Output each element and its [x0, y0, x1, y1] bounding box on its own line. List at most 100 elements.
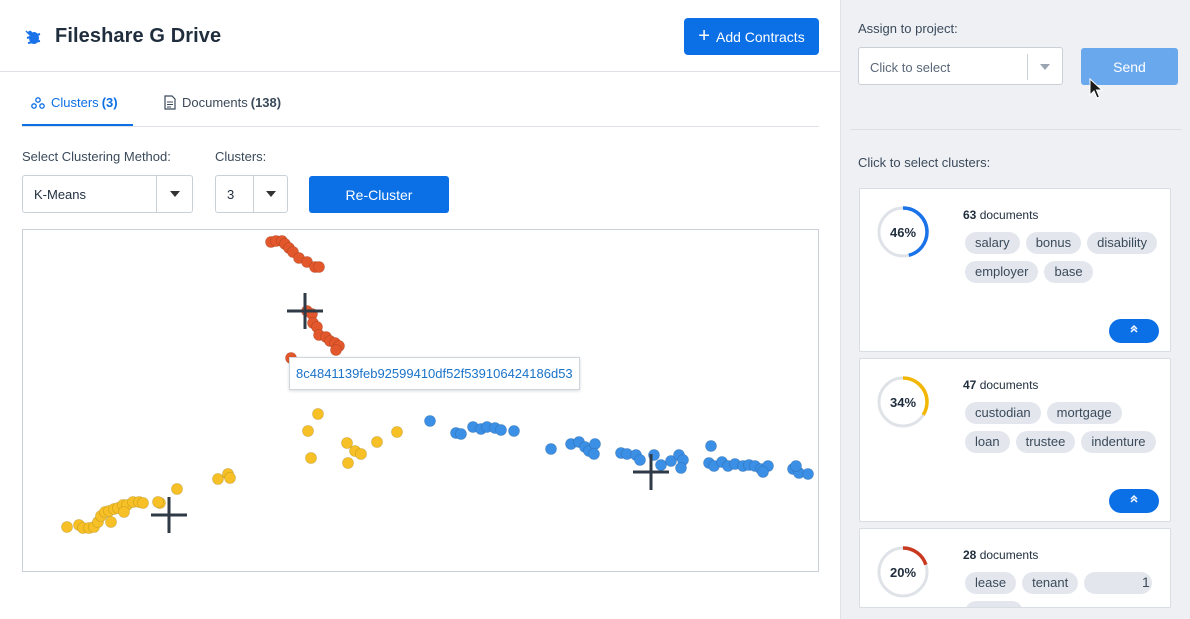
cluster-point-blue[interactable] — [454, 427, 467, 440]
doc-count-label: documents — [979, 548, 1039, 562]
cluster-point-yellow[interactable] — [61, 520, 74, 533]
cluster-point-yellow[interactable] — [304, 451, 317, 464]
project-select[interactable]: Click to select — [858, 47, 1063, 85]
divider — [850, 129, 1182, 130]
collapse-button[interactable] — [1109, 319, 1159, 343]
clustering-method-select[interactable]: K-Means — [22, 175, 193, 213]
cluster-doc-count: 63 documents — [963, 208, 1038, 222]
select-clusters-label: Click to select clusters: — [858, 155, 991, 170]
doc-count-label: documents — [979, 208, 1039, 222]
cluster-point-yellow[interactable] — [354, 447, 367, 460]
keyword-list: salary bonus disability employer base — [965, 232, 1165, 283]
keyword-chip[interactable] — [965, 601, 1023, 607]
doc-count-number: 47 — [963, 378, 977, 392]
assign-project-label: Assign to project: — [858, 21, 958, 36]
chevron-double-up-icon — [1130, 494, 1138, 503]
cluster-point-blue[interactable] — [675, 461, 688, 474]
keyword-chip[interactable]: lease — [965, 572, 1017, 594]
cluster-point-blue[interactable] — [790, 459, 803, 472]
cluster-count-value: 3 — [227, 187, 235, 202]
cluster-card[interactable]: 34% 47 documents custodian mortgage loan… — [859, 358, 1171, 522]
plus-icon: + — [698, 24, 710, 47]
clusters-count-label: Clusters: — [215, 149, 267, 164]
tab-clusters-count: (3) — [101, 95, 118, 110]
project-select-placeholder: Click to select — [870, 60, 951, 75]
keyword-chip[interactable]: loan — [965, 431, 1010, 453]
cluster-point-blue[interactable] — [494, 423, 507, 436]
cluster-point-yellow[interactable] — [390, 425, 403, 438]
keyword-list: lease tenant — [965, 572, 1165, 607]
app-header: Fileshare G Drive + Add Contracts — [0, 0, 840, 72]
mouse-cursor-icon — [1089, 78, 1103, 99]
keyword-chip[interactable]: salary — [965, 232, 1020, 254]
cluster-point-blue[interactable] — [757, 465, 770, 478]
keyword-chip[interactable]: trustee — [1015, 431, 1076, 453]
point-tooltip: 8c4841139feb92599410df52f539106424186d53 — [289, 357, 580, 390]
keyword-chip[interactable]: indenture — [1081, 431, 1156, 453]
cluster-point-blue[interactable] — [705, 439, 718, 452]
tab-clusters-label: Clusters — [51, 95, 99, 110]
keyword-chip[interactable]: base — [1044, 261, 1093, 283]
cluster-point-blue[interactable] — [507, 424, 520, 437]
cluster-card[interactable]: 20% 28 documents lease tenant 1 — [859, 528, 1171, 608]
keyword-chip[interactable]: tenant — [1022, 572, 1079, 594]
cluster-point-blue[interactable] — [634, 453, 647, 466]
cluster-point-blue[interactable] — [655, 458, 668, 471]
document-icon — [164, 95, 176, 110]
tab-documents-label: Documents — [182, 95, 248, 110]
cluster-point-yellow[interactable] — [170, 482, 183, 495]
cluster-point-yellow[interactable] — [341, 456, 354, 469]
doc-count-label: documents — [979, 378, 1039, 392]
cluster-point-blue[interactable] — [545, 442, 558, 455]
cluster-percent: 34% — [889, 394, 917, 410]
tab-documents[interactable]: Documents (138) — [164, 95, 281, 126]
cluster-point-red[interactable] — [329, 344, 342, 357]
collapse-button[interactable] — [1109, 489, 1159, 513]
cluster-doc-count: 47 documents — [963, 378, 1038, 392]
chevron-double-up-icon — [1130, 324, 1138, 333]
cluster-point-yellow[interactable] — [370, 435, 383, 448]
method-label: Select Clustering Method: — [22, 149, 171, 164]
keyword-list: custodian mortgage loan trustee indentur… — [965, 402, 1165, 453]
side-panel: Assign to project: Click to select Send … — [840, 0, 1190, 619]
doc-count-number: 63 — [963, 208, 977, 222]
add-contracts-button[interactable]: + Add Contracts — [684, 18, 819, 55]
cluster-point-blue[interactable] — [802, 467, 815, 480]
cluster-doc-count: 28 documents — [963, 548, 1038, 562]
keyword-chip[interactable]: custodian — [965, 402, 1041, 424]
cluster-point-yellow[interactable] — [105, 515, 118, 528]
cluster-point-yellow[interactable] — [137, 496, 150, 509]
cluster-point-red[interactable] — [312, 260, 325, 273]
cluster-point-yellow[interactable] — [118, 505, 131, 518]
cluster-point-yellow[interactable] — [301, 424, 314, 437]
keyword-chip[interactable]: bonus — [1025, 232, 1082, 254]
doc-count-number: 28 — [963, 548, 977, 562]
tab-bar: Clusters (3) Documents (138) — [22, 90, 819, 127]
chevron-down-icon[interactable] — [1027, 54, 1062, 80]
cluster-percent: 46% — [889, 224, 917, 240]
cluster-card[interactable]: 46% 63 documents salary bonus disability… — [859, 188, 1171, 352]
keyword-chip[interactable]: disability — [1087, 232, 1157, 254]
bug-icon — [25, 30, 41, 44]
cluster-percent: 20% — [889, 564, 917, 580]
add-contracts-label: Add Contracts — [715, 28, 805, 45]
chevron-down-icon[interactable] — [156, 176, 192, 212]
cluster-count-select[interactable]: 3 — [215, 175, 288, 213]
cluster-point-yellow[interactable] — [223, 471, 236, 484]
main-panel: Fileshare G Drive + Add Contracts Cluste… — [0, 0, 840, 619]
cluster-point-yellow[interactable] — [151, 495, 164, 508]
keyword-chip[interactable]: employer — [965, 261, 1039, 283]
scatter-canvas[interactable] — [23, 230, 819, 572]
cluster-scatter-plot[interactable]: 8c4841139feb92599410df52f539106424186d53 — [22, 229, 819, 572]
cluster-point-blue[interactable] — [588, 447, 601, 460]
cluster-point-blue[interactable] — [423, 414, 436, 427]
cluster-point-blue[interactable] — [589, 437, 602, 450]
tab-documents-count: (138) — [250, 95, 282, 110]
cluster-point-yellow[interactable] — [311, 407, 324, 420]
cluster-point-yellow[interactable] — [211, 472, 224, 485]
chevron-down-icon[interactable] — [253, 176, 287, 212]
clustering-method-value: K-Means — [34, 187, 87, 202]
recluster-button[interactable]: Re-Cluster — [309, 176, 449, 213]
keyword-chip[interactable]: mortgage — [1046, 402, 1122, 424]
tab-clusters[interactable]: Clusters (3) — [22, 95, 133, 126]
